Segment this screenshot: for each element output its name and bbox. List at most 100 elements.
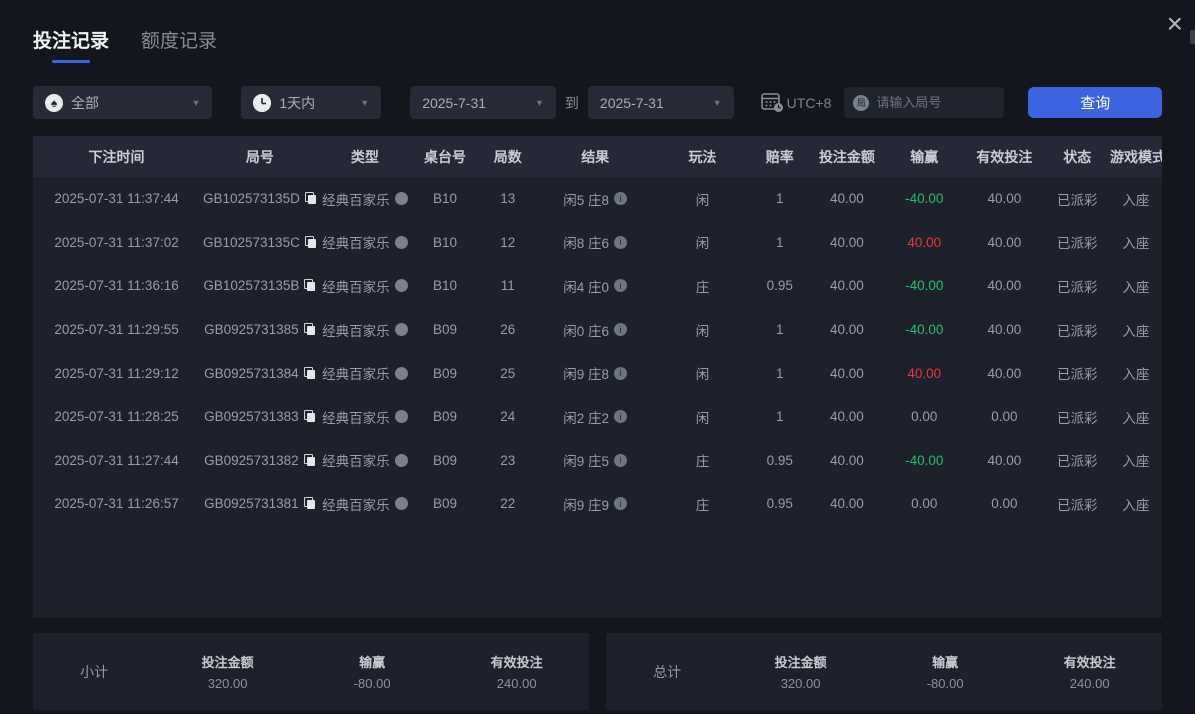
copy-icon[interactable] — [304, 192, 317, 205]
cell-round-no: 13 — [500, 191, 516, 207]
cell-status: 已派彩 — [1056, 323, 1098, 339]
cell-result: 闲9 庄9 i — [535, 494, 655, 514]
date-from-select[interactable]: 2025-7-31 ▼ — [410, 86, 556, 119]
cell-play: 庄 — [695, 454, 710, 470]
game-logo-icon — [394, 323, 408, 337]
cell-game-mode: 入座 — [1122, 454, 1150, 470]
copy-icon[interactable] — [303, 323, 316, 336]
copy-icon[interactable] — [303, 410, 316, 423]
cell-round-no: 25 — [500, 365, 516, 381]
column-header: 下注时间 — [88, 148, 145, 165]
copy-icon[interactable] — [304, 235, 317, 249]
game-type-select[interactable]: ♠ 全部 ▼ — [33, 86, 213, 119]
cell-play: 闲 — [695, 323, 710, 339]
copy-icon[interactable] — [303, 453, 316, 467]
cell-table-no: B10 — [433, 234, 458, 250]
cell-game-type: 经典百家乐 — [320, 276, 410, 296]
stat-value: 320.00 — [780, 676, 821, 691]
timezone-value: UTC+8 — [786, 94, 832, 111]
stat-value: -80.00 — [926, 676, 964, 691]
round-search-field: 局 — [844, 87, 1005, 118]
stat-value: 240.00 — [1069, 676, 1110, 691]
summary-section: 小计 投注金额 320.00 输赢 -80.00 有效投注 240.00 总计 … — [33, 633, 1162, 710]
cell-win-loss: 0.00 — [911, 409, 938, 425]
timezone-indicator[interactable]: UTC+8 — [760, 92, 832, 113]
subtotal-label: 小计 — [80, 663, 109, 680]
info-icon[interactable]: i — [614, 497, 628, 511]
info-icon[interactable]: i — [614, 235, 628, 249]
subtotal-valid-bet: 有效投注 240.00 — [444, 652, 589, 691]
cell-round-id: GB0925731381 — [200, 496, 320, 511]
cell-bet-time: 2025-07-31 11:29:12 — [54, 365, 179, 381]
cell-result: 闲9 庄5 i — [535, 450, 655, 470]
tab-quota-records[interactable]: 额度记录 — [141, 26, 217, 53]
cell-round-no: 24 — [500, 409, 516, 425]
total-card: 总计 投注金额 320.00 输赢 -80.00 有效投注 240.00 — [606, 633, 1162, 710]
table-row: 2025-07-31 11:36:16 GB102573135B 经典百家乐 B… — [33, 264, 1162, 308]
cell-bet-time: 2025-07-31 11:28:25 — [54, 409, 179, 425]
calendar-clock-icon — [760, 92, 784, 113]
round-search-input[interactable] — [876, 95, 996, 110]
info-icon[interactable]: i — [614, 192, 628, 206]
cell-game-type: 经典百家乐 — [320, 407, 410, 427]
info-icon[interactable]: i — [614, 366, 628, 380]
info-icon[interactable]: i — [614, 279, 628, 293]
info-icon[interactable]: i — [614, 453, 628, 467]
copy-icon[interactable] — [304, 279, 316, 292]
cell-play: 庄 — [695, 279, 710, 295]
cell-round-id: GB0925731382 — [200, 453, 320, 468]
info-icon[interactable]: i — [614, 323, 628, 337]
total-valid-bet: 有效投注 240.00 — [1017, 652, 1162, 691]
game-logo-icon — [394, 366, 408, 380]
cell-round-no: 11 — [500, 278, 515, 294]
cell-table-no: B09 — [433, 409, 458, 425]
date-to-select[interactable]: 2025-7-31 ▼ — [587, 86, 734, 119]
cell-win-loss: 40.00 — [907, 234, 942, 250]
cell-valid-bet: 40.00 — [987, 234, 1022, 250]
cell-valid-bet: 0.00 — [991, 409, 1018, 425]
cell-win-loss: -40.00 — [905, 191, 944, 207]
game-logo-icon — [394, 453, 408, 467]
cell-table-no: B09 — [433, 365, 458, 381]
column-header: 投注金额 — [818, 148, 875, 165]
cell-round-id: GB0925731384 — [200, 366, 320, 381]
table-row: 2025-07-31 11:26:57 GB0925731381 经典百家乐 B… — [33, 482, 1162, 526]
cell-game-mode: 入座 — [1122, 236, 1150, 252]
cell-game-mode: 入座 — [1122, 192, 1150, 208]
cell-valid-bet: 0.00 — [991, 496, 1018, 512]
spade-icon: ♠ — [45, 93, 63, 112]
date-to-label: 到 — [564, 94, 579, 111]
cell-valid-bet: 40.00 — [987, 365, 1022, 381]
total-bet-amount: 投注金额 320.00 — [728, 652, 873, 691]
cell-bet-time: 2025-07-31 11:26:57 — [54, 496, 179, 512]
info-icon[interactable]: i — [614, 410, 628, 424]
tab-label: 额度记录 — [141, 31, 218, 52]
close-icon[interactable]: × — [1167, 10, 1183, 38]
copy-icon[interactable] — [303, 366, 316, 380]
stat-value: -80.00 — [353, 676, 391, 691]
tab-betting-records[interactable]: 投注记录 — [33, 26, 109, 63]
cell-status: 已派彩 — [1056, 497, 1098, 513]
chevron-down-icon: ▼ — [712, 97, 722, 108]
column-header: 类型 — [350, 148, 379, 165]
column-header: 状态 — [1063, 148, 1092, 165]
cell-game-type: 经典百家乐 — [320, 320, 410, 340]
cell-game-type: 经典百家乐 — [320, 450, 410, 470]
subtotal-bet-amount: 投注金额 320.00 — [155, 652, 300, 691]
cell-play: 闲 — [695, 367, 710, 383]
time-range-select[interactable]: 1天内 ▼ — [241, 86, 382, 119]
copy-icon[interactable] — [303, 497, 316, 510]
column-header: 游戏模式 — [1109, 148, 1162, 165]
chevron-down-icon: ▼ — [191, 97, 201, 108]
cell-round-id: GB0925731383 — [200, 409, 320, 424]
cell-win-loss: 0.00 — [911, 496, 938, 512]
cell-odds: 0.95 — [766, 452, 793, 468]
cell-round-id: GB0925731385 — [200, 322, 320, 337]
cell-game-type: 经典百家乐 — [320, 189, 410, 209]
cell-table-no: B09 — [433, 496, 458, 512]
cell-table-no: B09 — [433, 452, 458, 468]
cell-status: 已派彩 — [1056, 236, 1098, 252]
stat-value: 320.00 — [207, 676, 248, 691]
search-button[interactable]: 查询 — [1028, 87, 1162, 118]
game-logo-icon — [394, 410, 408, 424]
